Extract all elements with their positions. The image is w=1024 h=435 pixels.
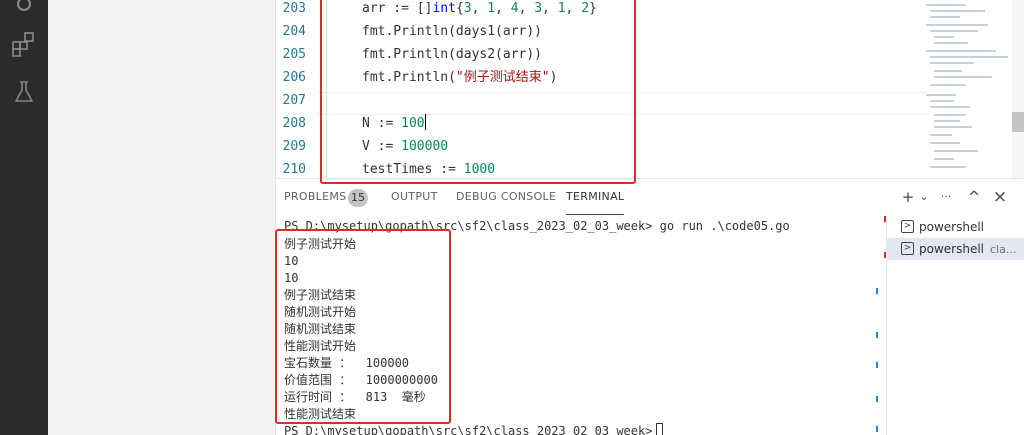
powershell-icon: > xyxy=(901,242,914,255)
activity-bar xyxy=(0,0,48,435)
settings-icon[interactable] xyxy=(10,0,38,18)
testing-icon[interactable] xyxy=(10,78,38,106)
tab-output[interactable]: OUTPUT xyxy=(391,179,438,215)
line-number-gutter: 203 204 205 206 207 208 209 210 xyxy=(276,0,316,178)
tab-terminal[interactable]: TERMINAL xyxy=(566,179,625,215)
tab-problems[interactable]: PROBLEMS xyxy=(284,179,346,215)
line-number: 204 xyxy=(282,24,306,39)
line-number: 210 xyxy=(282,162,306,177)
more-actions-button[interactable]: ··· xyxy=(936,187,956,207)
decoration-marker xyxy=(876,426,878,432)
decoration-marker xyxy=(876,362,878,368)
side-bar xyxy=(48,0,276,435)
terminal-prompt-line: PS D:\mysetup\gopath\src\sf2\class_2023_… xyxy=(284,423,664,435)
terminal-list-item[interactable]: > powershell cla... xyxy=(887,238,1024,260)
extensions-icon[interactable] xyxy=(10,30,38,58)
decoration-marker xyxy=(876,396,878,402)
terminal-cursor xyxy=(656,423,664,435)
minimap[interactable] xyxy=(926,0,1012,178)
terminal-list-item-label: powershell xyxy=(919,220,984,234)
decoration-marker xyxy=(876,288,878,294)
close-panel-button[interactable]: × xyxy=(990,187,1010,207)
terminal-list: > powershell > powershell cla... xyxy=(886,216,1024,435)
terminal-list-item-label: powershell cla... xyxy=(919,242,1017,256)
editor-scrollbar-thumb[interactable] xyxy=(1012,112,1024,132)
tab-debug-console[interactable]: DEBUG CONSOLE xyxy=(456,179,556,215)
editor-scrollbar[interactable] xyxy=(1012,0,1024,178)
line-number: 203 xyxy=(282,1,306,16)
chevron-down-icon[interactable]: ⌄ xyxy=(914,187,934,207)
problems-count-badge: 15 xyxy=(348,189,368,207)
terminal-highlight-box xyxy=(275,229,451,424)
line-number: 209 xyxy=(282,139,306,154)
decoration-marker xyxy=(876,332,878,338)
terminal-list-item[interactable]: > powershell xyxy=(887,216,1024,238)
powershell-icon: > xyxy=(901,220,914,233)
maximize-panel-button[interactable]: ^ xyxy=(964,187,984,207)
editor-highlight-box xyxy=(320,0,636,184)
panel-tabs: PROBLEMS 15 OUTPUT DEBUG CONSOLE TERMINA… xyxy=(276,179,1024,215)
line-number: 206 xyxy=(282,70,306,85)
line-number: 205 xyxy=(282,47,306,62)
line-number: 207 xyxy=(282,93,306,108)
line-number: 208 xyxy=(282,116,306,131)
